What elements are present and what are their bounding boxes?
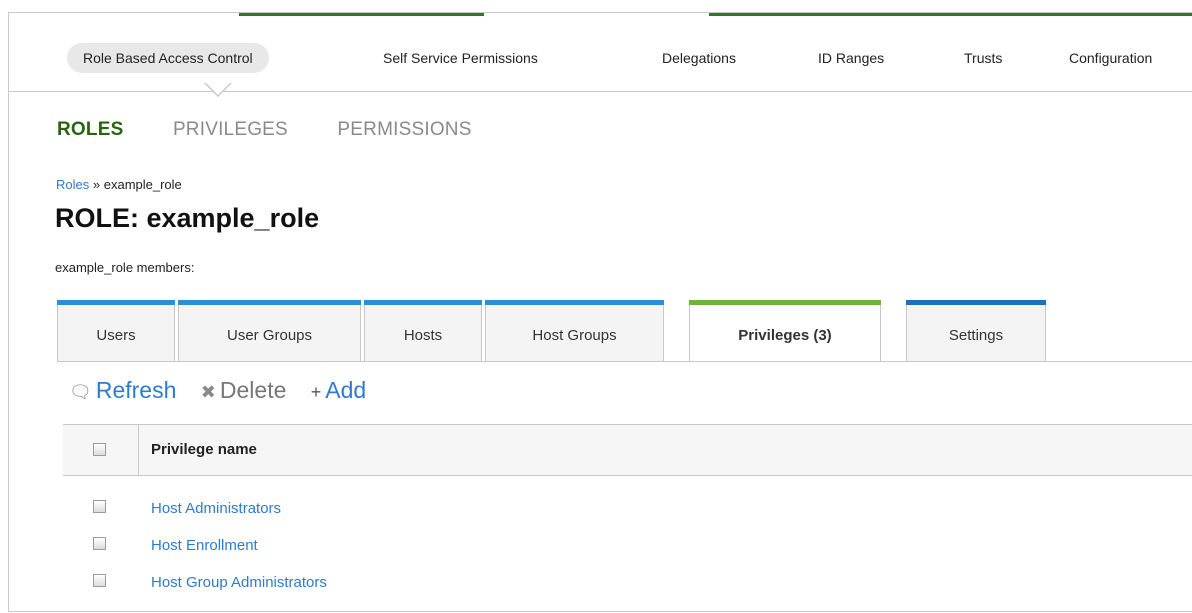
tab-host-groups-label: Host Groups xyxy=(532,327,617,344)
select-all-checkbox[interactable] xyxy=(93,443,106,456)
app-frame: Role Based Access Control Self Service P… xyxy=(8,12,1192,612)
breadcrumb-separator: » xyxy=(92,177,101,192)
table-header: Privilege name xyxy=(63,424,1192,476)
plus-icon: + xyxy=(310,382,322,402)
nav-self-service-permissions[interactable]: Self Service Permissions xyxy=(383,43,538,73)
tab-settings[interactable]: Settings xyxy=(906,300,1046,361)
tab-user-groups-label: User Groups xyxy=(226,327,313,344)
breadcrumb: Roles » example_role xyxy=(56,177,182,192)
row-checkbox[interactable] xyxy=(93,500,106,513)
tab-host-groups[interactable]: Host Groups xyxy=(485,300,664,361)
breadcrumb-roles-link[interactable]: Roles xyxy=(56,177,89,192)
privilege-link[interactable]: Host Group Administrators xyxy=(151,574,327,591)
add-button[interactable]: + Add xyxy=(311,377,366,403)
nav-id-ranges[interactable]: ID Ranges xyxy=(818,43,884,73)
table-row: Host Enrollment xyxy=(63,525,1192,562)
refresh-button[interactable]: 🗨 Refresh xyxy=(69,377,183,403)
subnav-permissions[interactable]: PERMISSIONS xyxy=(337,119,471,140)
x-icon: ✖ xyxy=(200,382,216,402)
toolbar: 🗨 Refresh ✖ Delete + Add xyxy=(69,377,384,404)
nav-trusts[interactable]: Trusts xyxy=(964,43,1002,73)
tab-privileges-label: Privileges (3) xyxy=(738,327,832,344)
tab-privileges[interactable]: Privileges (3) xyxy=(689,300,881,362)
add-label: Add xyxy=(325,377,367,403)
member-tabs: Users User Groups Hosts Host Groups Priv… xyxy=(57,290,1192,362)
privileges-table: Privilege name Host Administrators Host … xyxy=(63,424,1192,599)
privilege-link[interactable]: Host Enrollment xyxy=(151,537,258,554)
table-row: Host Group Administrators xyxy=(63,562,1192,599)
delete-button[interactable]: ✖ Delete xyxy=(201,377,293,403)
table-row: Host Administrators xyxy=(63,488,1192,525)
page-title: ROLE: example_role xyxy=(55,203,320,233)
top-accent-bar xyxy=(9,13,1192,16)
refresh-icon: 🗨 xyxy=(69,382,92,402)
subnav-roles[interactable]: ROLES xyxy=(57,119,123,140)
tab-users[interactable]: Users xyxy=(57,300,175,361)
row-checkbox[interactable] xyxy=(93,574,106,587)
members-label: example_role members: xyxy=(55,260,195,275)
nav-delegations[interactable]: Delegations xyxy=(662,43,736,73)
refresh-label: Refresh xyxy=(95,377,177,403)
nav-role-based-access-control[interactable]: Role Based Access Control xyxy=(67,43,269,73)
sub-nav: ROLES PRIVILEGES PERMISSIONS xyxy=(57,119,516,141)
nav-configuration[interactable]: Configuration xyxy=(1069,43,1152,73)
tab-user-groups[interactable]: User Groups xyxy=(178,300,361,361)
tab-hosts-label: Hosts xyxy=(403,327,443,344)
tab-hosts[interactable]: Hosts xyxy=(364,300,482,361)
column-header-privilege-name[interactable]: Privilege name xyxy=(151,441,257,458)
privilege-link[interactable]: Host Administrators xyxy=(151,500,281,517)
subnav-privileges[interactable]: PRIVILEGES xyxy=(173,119,288,140)
tab-settings-label: Settings xyxy=(948,327,1004,344)
main-nav: Role Based Access Control Self Service P… xyxy=(9,33,1192,92)
tab-users-label: Users xyxy=(96,327,136,344)
header-checkbox-cell xyxy=(63,425,139,475)
active-nav-caret xyxy=(204,82,232,97)
breadcrumb-current: example_role xyxy=(103,177,182,192)
row-checkbox[interactable] xyxy=(93,537,106,550)
delete-label: Delete xyxy=(219,377,287,403)
